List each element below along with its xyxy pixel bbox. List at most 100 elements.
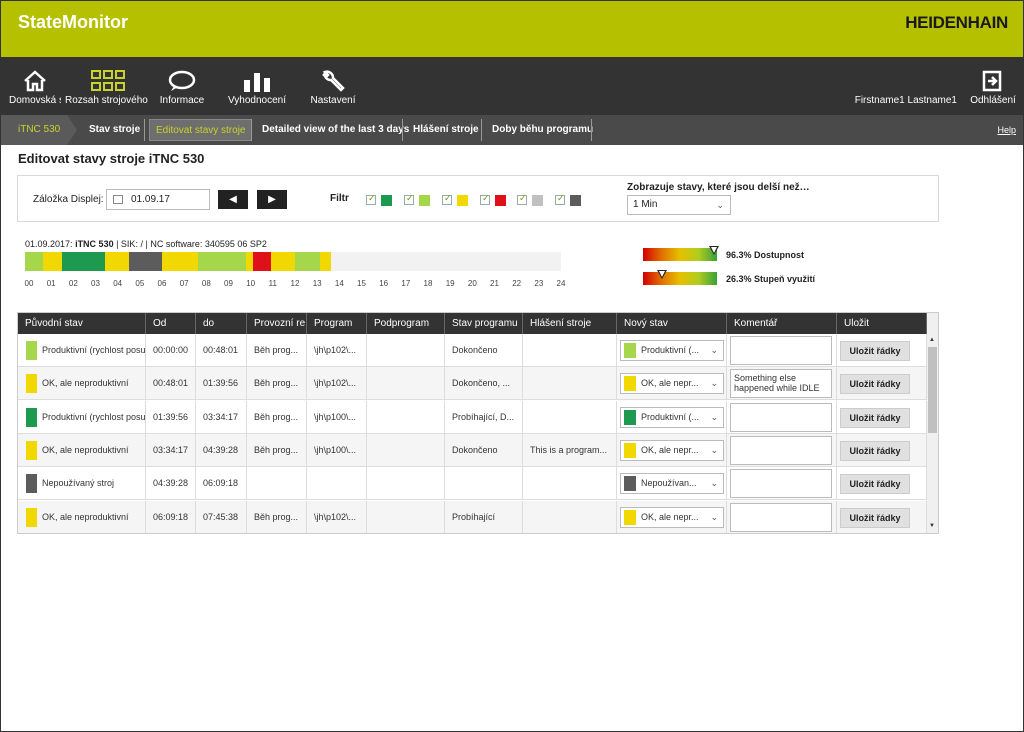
column-header[interactable]: Provozní re [247,313,307,334]
tab-detailed-view[interactable]: Detailed view of the last 3 days [256,119,415,141]
save-row-button[interactable]: Uložit řádky [840,474,910,495]
home-icon [24,70,46,92]
tab-divider [251,119,252,141]
save-row-button[interactable]: Uložit řádky [840,374,910,395]
column-header[interactable]: Od [146,313,196,334]
column-header[interactable]: Nový stav [617,313,727,334]
date-input[interactable]: 01.09.17 [106,189,210,210]
nav-item-info[interactable]: Informace [155,57,209,115]
filter-checkbox[interactable] [404,193,414,205]
save-row-button[interactable]: Uložit řádky [840,407,910,428]
filter-checkbox[interactable] [480,193,490,205]
scroll-up-icon[interactable]: ▲ [929,337,935,343]
timeline-segment[interactable] [162,252,199,271]
tab-machine-messages[interactable]: Hlášení stroje [407,119,485,141]
filter-color-swatch [570,195,581,206]
table-scrollbar[interactable]: ▲ ▼ [927,313,938,533]
duration-select[interactable]: 1 Min ⌄ [627,195,731,215]
scroll-down-icon[interactable]: ▼ [929,523,935,529]
save-row-button[interactable]: Uložit řádky [840,341,910,361]
new-state-select[interactable]: Produktivní (... ⌄ [620,406,724,428]
column-header[interactable]: Program [307,313,367,334]
new-state-select[interactable]: OK, ale nepr... ⌄ [620,506,724,528]
comment-input[interactable] [730,435,832,465]
timeline-segment[interactable] [25,252,43,271]
nav-item-label: Vyhodnocení [227,95,286,106]
nav-item-machines[interactable]: Rozsah strojového p [65,57,151,115]
filter-checkbox[interactable] [555,193,565,205]
timeline-info: 01.09.2017: iTNC 530 | SIK: / | NC softw… [25,239,267,249]
timeline-segment[interactable] [62,252,105,271]
chevron-down-icon: ⌄ [708,341,718,360]
tab-divider [402,119,403,141]
timeline-segment[interactable] [42,252,63,271]
column-header[interactable]: Hlášení stroje [523,313,617,334]
timeline-hour-label: 16 [379,279,389,288]
wrench-icon [322,70,345,92]
previous-day-button[interactable]: ◀ [218,190,248,209]
chevron-down-icon: ⌄ [708,474,718,494]
prog-state-cell: Dokončeno [445,334,523,367]
logout-icon [982,70,1002,92]
logout-button[interactable]: Odhlášení [967,57,1019,115]
new-state-select[interactable]: OK, ale nepr... ⌄ [620,373,724,395]
new-state-text: Produktivní (... [641,411,700,422]
tab-machine-state[interactable]: Stav stroje [83,119,146,141]
timeline-segment[interactable] [104,252,130,271]
new-state-cell: OK, ale nepr... ⌄ [617,367,727,401]
column-header[interactable]: Původní stav [18,313,146,334]
save-row-button[interactable]: Uložit řádky [840,440,910,461]
column-header[interactable]: do [196,313,247,334]
filter-checkbox[interactable] [517,193,527,205]
next-day-button[interactable]: ▶ [257,190,287,209]
column-header[interactable]: Stav programu [445,313,523,334]
column-header[interactable]: Podprogram [367,313,445,334]
save-row-button[interactable]: Uložit řádky [840,507,910,528]
breadcrumb-home[interactable]: iTNC 530 [1,115,67,145]
timeline-segment[interactable] [270,252,296,271]
timeline-segment[interactable] [295,252,320,271]
filter-checkbox[interactable] [442,193,452,205]
app-window: StateMonitor HEIDENHAIN Domovská s Rozsa… [0,0,1024,732]
comment-input[interactable] [730,469,832,499]
comment-cell [727,467,837,501]
from-cell: 00:48:01 [146,367,196,401]
state-color-swatch [26,407,37,427]
table-row: Produktivní (rychlost posu 00:00:00 00:48:… [18,334,927,367]
nav-item-home[interactable]: Domovská s [9,57,61,115]
timeline-hour-label: 01 [46,279,56,288]
comment-input[interactable] [730,402,832,432]
sub-cell [367,400,445,434]
new-state-select[interactable]: OK, ale nepr... ⌄ [620,439,724,461]
grid-icon [91,70,125,91]
new-state-select[interactable]: Produktivní (... ⌄ [620,340,724,361]
comment-input[interactable] [730,502,832,532]
timeline-hour-label: 21 [490,279,499,288]
nav-item-settings[interactable]: Nastavení [307,57,359,115]
new-state-select[interactable]: Nepoužívan... ⌄ [620,473,724,495]
state-text: OK, ale neproduktivní [42,511,129,522]
timeline-segment[interactable] [198,252,247,271]
to-cell: 01:39:56 [196,367,247,401]
original-state-cell: OK, ale neproduktivní [18,433,146,467]
tab-program-runtime[interactable]: Doby běhu programu [486,119,599,141]
comment-input[interactable] [730,336,832,365]
timeline-segment[interactable] [129,252,163,271]
filter-color-swatch [381,195,392,206]
timeline-segment[interactable] [252,252,271,271]
comment-input[interactable]: Something else happened while IDLE [730,369,832,399]
timeline-segment[interactable] [319,252,331,271]
scrollbar-thumb[interactable] [928,347,937,433]
timeline-bar[interactable] [25,252,561,271]
column-header[interactable]: Komentář [727,313,837,334]
message-cell [523,400,617,434]
breadcrumb-arrow [67,115,77,145]
help-link[interactable]: Help [997,125,1016,135]
nav-item-evaluation[interactable]: Vyhodnocení [227,57,287,115]
chat-icon [168,70,196,91]
column-header[interactable]: Uložit [837,313,927,334]
timeline-segment[interactable] [246,252,253,271]
tab-divider [591,119,592,141]
tab-edit-states[interactable]: Editovat stavy stroje [149,119,253,141]
filter-checkbox[interactable] [366,193,376,205]
